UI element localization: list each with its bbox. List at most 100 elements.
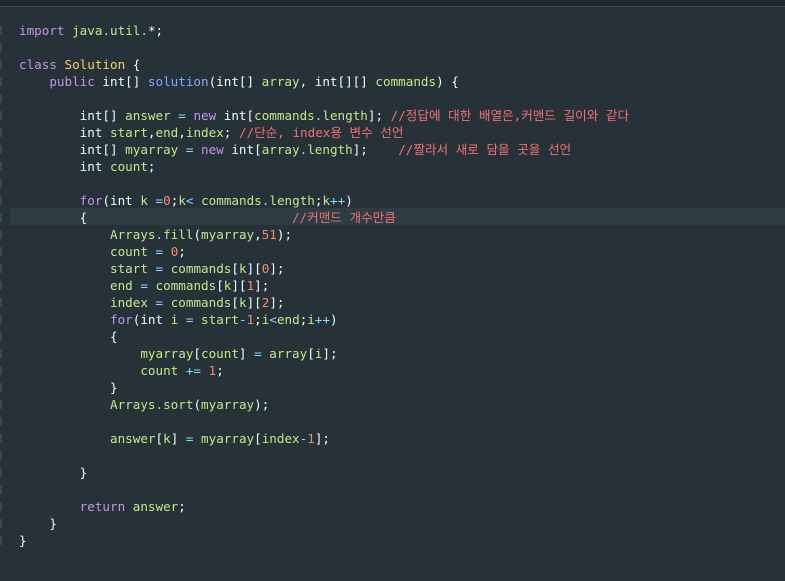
line-gutter	[0, 7, 5, 581]
gutter-line-marker	[0, 162, 2, 171]
code-line[interactable]: int start,end,index; //단순, index용 변수 선언	[19, 124, 629, 141]
code-token: commands	[170, 295, 232, 310]
code-token: commands	[375, 74, 437, 89]
code-token: count	[201, 346, 239, 361]
code-content[interactable]: import java.util.*; class Solution { publ…	[19, 22, 629, 549]
code-token: count	[140, 363, 179, 378]
code-line[interactable]: Arrays.sort(myarray);	[19, 396, 629, 413]
code-token: =	[155, 261, 164, 276]
code-line[interactable]	[19, 39, 629, 56]
gutter-line-marker	[0, 60, 2, 69]
code-token: ;	[223, 125, 239, 140]
code-token: end	[276, 312, 300, 327]
code-line[interactable]	[19, 481, 629, 498]
code-line[interactable]	[19, 413, 629, 430]
code-token: fill	[163, 227, 194, 242]
code-line[interactable]: Arrays.fill(myarray,51);	[19, 226, 629, 243]
code-line[interactable]: end = commands[k][1];	[19, 277, 629, 294]
code-token: i	[307, 312, 315, 327]
code-line[interactable]: count = 0;	[19, 243, 629, 260]
gutter-line-marker	[0, 128, 2, 137]
code-token: ]	[238, 346, 255, 361]
code-token: (int	[102, 193, 141, 208]
gutter-line-marker	[0, 417, 2, 426]
code-line[interactable]: }	[19, 464, 629, 481]
code-token: start	[110, 261, 148, 276]
code-token: return	[79, 499, 126, 514]
code-token: , int[][]	[299, 74, 376, 89]
code-token: end	[155, 125, 179, 140]
code-token: =	[254, 346, 262, 361]
code-token: ];	[269, 295, 285, 310]
code-token: [	[231, 295, 239, 310]
code-line[interactable]	[19, 175, 629, 192]
code-line[interactable]: index = commands[k][2];	[19, 294, 629, 311]
code-token: Arrays	[110, 227, 156, 242]
code-token: }	[19, 516, 57, 531]
code-editor[interactable]: import java.util.*; class Solution { publ…	[0, 0, 785, 581]
code-token: +=	[185, 363, 202, 378]
code-token: k	[163, 431, 171, 446]
code-line[interactable]: return answer;	[19, 498, 629, 515]
code-token: length	[307, 142, 353, 157]
code-token: ,	[178, 125, 186, 140]
code-token: (int[]	[208, 74, 262, 89]
code-line[interactable]	[19, 90, 629, 107]
code-line[interactable]	[19, 447, 629, 464]
code-token: ;	[147, 159, 156, 174]
code-token: ];	[269, 261, 285, 276]
code-line[interactable]: {	[19, 328, 629, 345]
code-token: myarray	[201, 397, 255, 412]
gutter-line-marker	[0, 247, 2, 256]
code-token: array	[261, 142, 300, 157]
code-line[interactable]: }	[19, 532, 629, 549]
gutter-line-marker	[0, 213, 2, 222]
code-token: {	[19, 210, 292, 225]
code-token: ,	[147, 125, 156, 140]
code-token: commands	[201, 193, 262, 208]
code-token: [	[231, 261, 239, 276]
code-token: =	[155, 244, 164, 259]
code-line[interactable]: for(int k =0;k< commands.length;k++)	[19, 192, 629, 209]
code-token: 0	[163, 193, 171, 208]
code-line[interactable]: count += 1;	[19, 362, 629, 379]
code-token: )	[330, 312, 338, 327]
code-line[interactable]: }	[19, 379, 629, 396]
code-token: answer	[132, 499, 179, 514]
gutter-line-marker	[0, 145, 2, 154]
code-token: [	[216, 278, 224, 293]
code-line[interactable]: int[] answer = new int[commands.length];…	[19, 107, 629, 124]
code-token: ][	[246, 261, 262, 276]
code-line[interactable]: myarray[count] = array[i];	[19, 345, 629, 362]
code-line[interactable]: int count;	[19, 158, 629, 175]
code-token: myarray	[125, 142, 179, 157]
code-line[interactable]: answer[k] = myarray[index-1];	[19, 430, 629, 447]
gutter-line-marker	[0, 77, 2, 86]
code-token: [	[155, 431, 164, 446]
code-line[interactable]: int[] myarray = new int[array.length]; /…	[19, 141, 629, 158]
code-token: //단순, index용 변수 선언	[238, 125, 404, 140]
code-line[interactable]: }	[19, 515, 629, 532]
code-line[interactable]: { //커맨드 개수만큼	[19, 209, 629, 226]
code-token: index	[110, 295, 148, 310]
code-line[interactable]: for(int i = start-1;i<end;i++)	[19, 311, 629, 328]
code-token: <	[185, 193, 194, 208]
gutter-line-marker	[0, 196, 2, 205]
code-line[interactable]: import java.util.*;	[19, 22, 629, 39]
code-token: ;	[216, 363, 224, 378]
code-line[interactable]: start = commands[k][0];	[19, 260, 629, 277]
code-token: .	[155, 397, 164, 412]
code-line[interactable]: class Solution {	[19, 56, 629, 73]
code-token: end	[110, 278, 133, 293]
gutter-line-marker	[0, 485, 2, 494]
code-line[interactable]: public int[] solution(int[] array, int[]…	[19, 73, 629, 90]
